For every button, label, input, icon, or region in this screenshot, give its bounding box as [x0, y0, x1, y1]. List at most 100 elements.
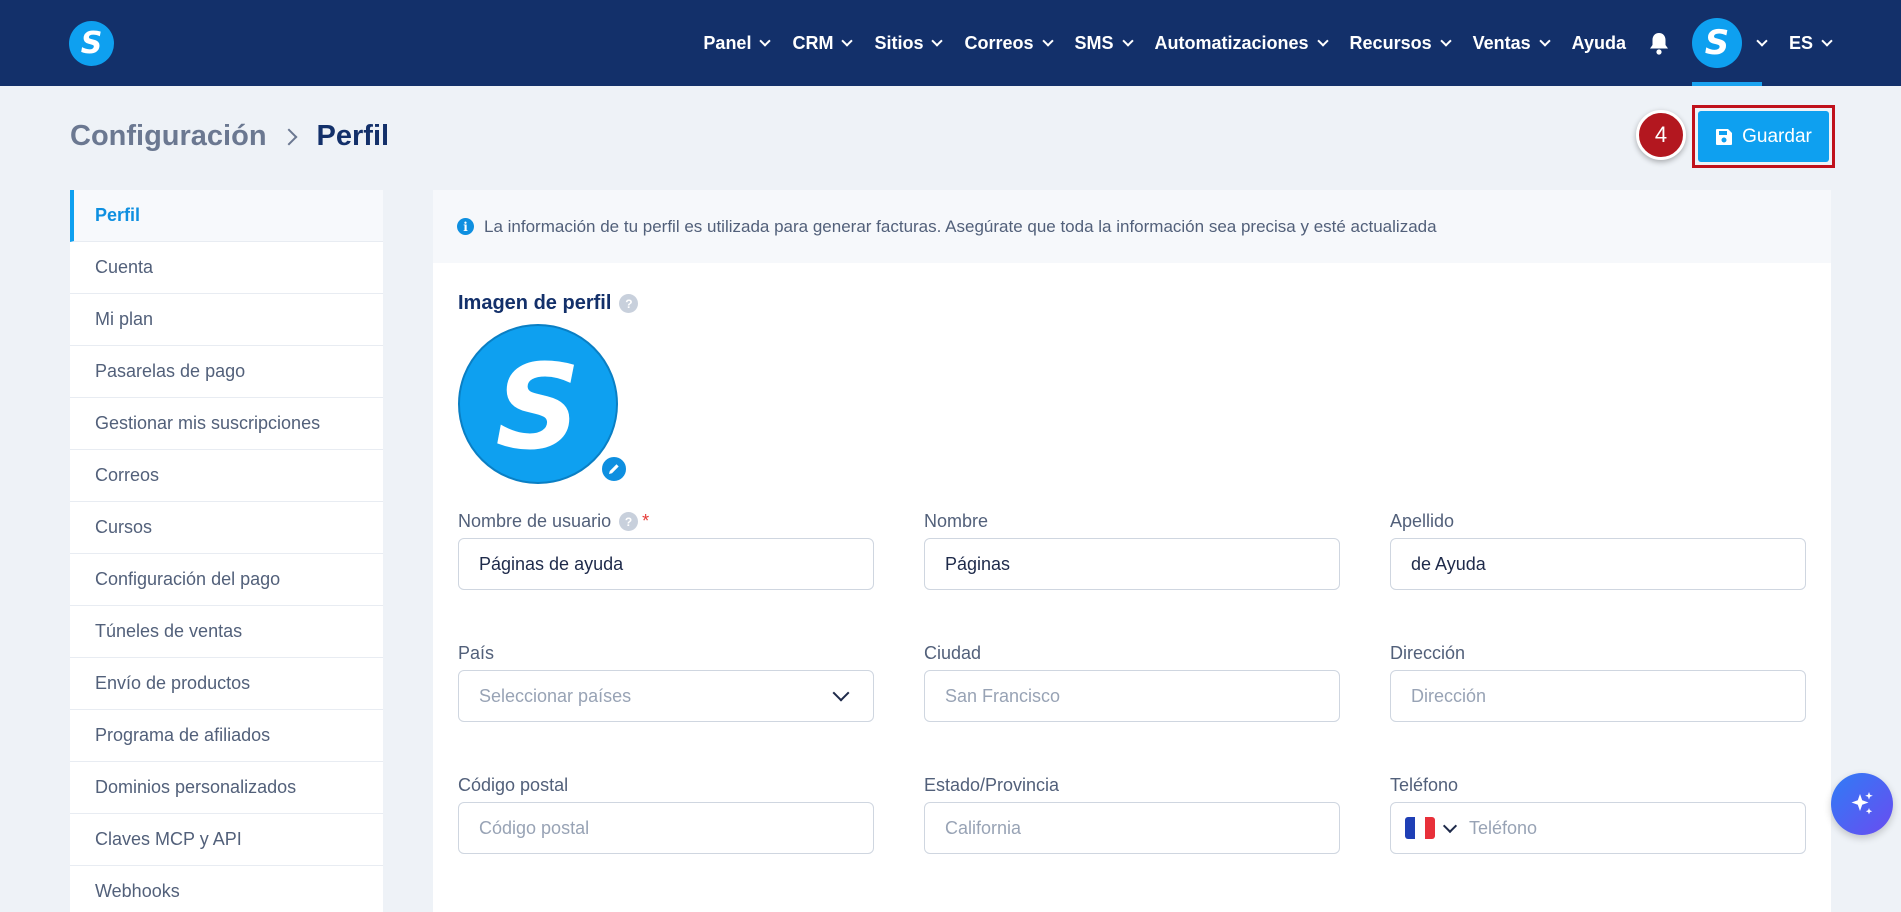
sidebar-item-label: Dominios personalizados	[95, 777, 297, 797]
phone-field	[1390, 802, 1806, 854]
user-menu[interactable]: S	[1691, 0, 1768, 86]
sidebar-item-label: Programa de afiliados	[95, 725, 271, 745]
country-select[interactable]: Seleccionar países	[458, 670, 874, 722]
sidebar-item-cuenta[interactable]: Cuenta	[70, 242, 383, 294]
nav-item-correos[interactable]: Correos	[964, 32, 1054, 54]
save-button[interactable]: Guardar	[1698, 111, 1829, 162]
chevron-down-icon	[1121, 34, 1134, 47]
france-flag-icon[interactable]	[1405, 817, 1435, 839]
main-nav: Panel CRM Sitios Correos SMS Automatizac…	[680, 0, 1901, 86]
flag-stripe	[1405, 817, 1415, 839]
address-input[interactable]	[1390, 670, 1806, 722]
state-input[interactable]	[924, 802, 1340, 854]
sidebar-item-programa-de-afiliados[interactable]: Programa de afiliados	[70, 710, 383, 762]
chevron-down-icon	[1439, 34, 1452, 47]
postal-code-label: Código postal	[458, 775, 569, 795]
required-mark: *	[642, 511, 650, 531]
sidebar-item-claves-mcp-api[interactable]: Claves MCP y API	[70, 814, 383, 866]
nav-label: Sitios	[874, 32, 924, 53]
username-label: Nombre de usuario ? *	[458, 511, 649, 532]
sidebar-item-label: Cuenta	[95, 257, 154, 277]
breadcrumb-parent[interactable]: Configuración	[70, 120, 267, 153]
section-title-text: Imagen de perfil	[458, 292, 612, 314]
sidebar-item-correos[interactable]: Correos	[70, 450, 383, 502]
state-label: Estado/Provincia	[924, 775, 1060, 795]
chevron-down-icon[interactable]	[1442, 818, 1458, 833]
nav-label: Recursos	[1349, 32, 1432, 53]
nav-label: Panel	[703, 32, 752, 53]
first-name-input[interactable]	[924, 538, 1340, 590]
help-icon[interactable]: ?	[619, 512, 639, 531]
sidebar-item-perfil[interactable]: Perfil	[70, 190, 383, 242]
city-input[interactable]	[924, 670, 1340, 722]
logo-letter: S	[80, 26, 103, 61]
nav-item-ayuda[interactable]: Ayuda	[1572, 33, 1626, 54]
step-badge: 4	[1636, 110, 1686, 160]
sidebar-item-envio-de-productos[interactable]: Envío de productos	[70, 658, 383, 710]
sidebar-item-mi-plan[interactable]: Mi plan	[70, 294, 383, 346]
chevron-down-icon	[841, 34, 854, 47]
address-label: Dirección	[1390, 643, 1466, 663]
sidebar-item-label: Configuración del pago	[95, 569, 281, 589]
username-input[interactable]	[458, 538, 874, 590]
country-label: País	[458, 643, 495, 663]
sidebar-item-suscripciones[interactable]: Gestionar mis suscripciones	[70, 398, 383, 450]
last-name-input[interactable]	[1390, 538, 1806, 590]
page-title: Perfil	[316, 120, 390, 152]
sidebar-item-label: Claves MCP y API	[95, 829, 242, 849]
sidebar-item-label: Envío de productos	[95, 673, 251, 693]
phone-input[interactable]	[1469, 817, 1769, 839]
chevron-down-icon	[1316, 34, 1329, 47]
help-icon[interactable]: ?	[619, 294, 639, 313]
info-icon: i	[457, 218, 474, 235]
nav-label: Correos	[964, 32, 1034, 53]
nav-item-ventas[interactable]: Ventas	[1473, 33, 1551, 54]
floppy-disk-icon	[1716, 128, 1733, 145]
sidebar-item-label: Perfil	[95, 205, 141, 225]
chevron-down-icon	[832, 684, 850, 702]
pencil-icon	[609, 464, 619, 474]
sidebar-item-configuracion-del-pago[interactable]: Configuración del pago	[70, 554, 383, 606]
app-logo[interactable]: S	[69, 21, 114, 66]
sparkles-icon	[1851, 792, 1873, 815]
sidebar-item-label: Túneles de ventas	[95, 621, 243, 641]
postal-code-input[interactable]	[458, 802, 874, 854]
info-text: La información de tu perfil es utilizada…	[484, 216, 1437, 236]
profile-letter: S	[495, 338, 581, 476]
edit-profile-image-button[interactable]	[600, 455, 628, 483]
chevron-down-icon	[1041, 34, 1054, 47]
chevron-down-icon	[759, 34, 772, 47]
chevron-down-icon	[1756, 34, 1768, 47]
ai-assistant-button[interactable]	[1831, 773, 1893, 835]
nav-item-automatizaciones[interactable]: Automatizaciones	[1155, 33, 1329, 54]
chevron-down-icon	[1821, 34, 1833, 47]
first-name-label: Nombre	[924, 511, 989, 531]
nav-item-panel[interactable]: Panel	[703, 32, 772, 54]
nav-label: CRM	[792, 32, 834, 53]
avatar[interactable]: S	[1691, 18, 1742, 68]
language-label: ES	[1788, 32, 1813, 53]
breadcrumb: Configuración Perfil	[70, 120, 389, 153]
country-placeholder: Seleccionar países	[479, 685, 632, 706]
sidebar-item-dominios-personalizados[interactable]: Dominios personalizados	[70, 762, 383, 814]
profile-panel: i La información de tu perfil es utiliza…	[433, 190, 1831, 912]
bell-icon[interactable]	[1648, 31, 1670, 55]
chevron-down-icon	[1538, 34, 1551, 47]
sidebar-item-label: Pasarelas de pago	[95, 361, 246, 381]
sidebar-item-cursos[interactable]: Cursos	[70, 502, 383, 554]
nav-label: SMS	[1074, 32, 1114, 53]
nav-item-recursos[interactable]: Recursos	[1349, 32, 1452, 54]
language-selector[interactable]: ES	[1788, 32, 1833, 54]
save-label: Guardar	[1742, 125, 1812, 147]
nav-item-sitios[interactable]: Sitios	[874, 32, 944, 54]
sidebar-item-webhooks[interactable]: Webhooks	[70, 866, 383, 912]
nav-label: Ayuda	[1571, 32, 1626, 53]
nav-item-crm[interactable]: CRM	[792, 32, 854, 54]
nav-item-sms[interactable]: SMS	[1074, 32, 1134, 54]
chevron-down-icon	[931, 34, 944, 47]
sidebar-item-tuneles-de-ventas[interactable]: Túneles de ventas	[70, 606, 383, 658]
label-text: Nombre de usuario	[458, 511, 612, 531]
profile-image: S	[458, 324, 618, 484]
sidebar-item-pasarelas-de-pago[interactable]: Pasarelas de pago	[70, 346, 383, 398]
sidebar-item-label: Cursos	[95, 517, 153, 537]
